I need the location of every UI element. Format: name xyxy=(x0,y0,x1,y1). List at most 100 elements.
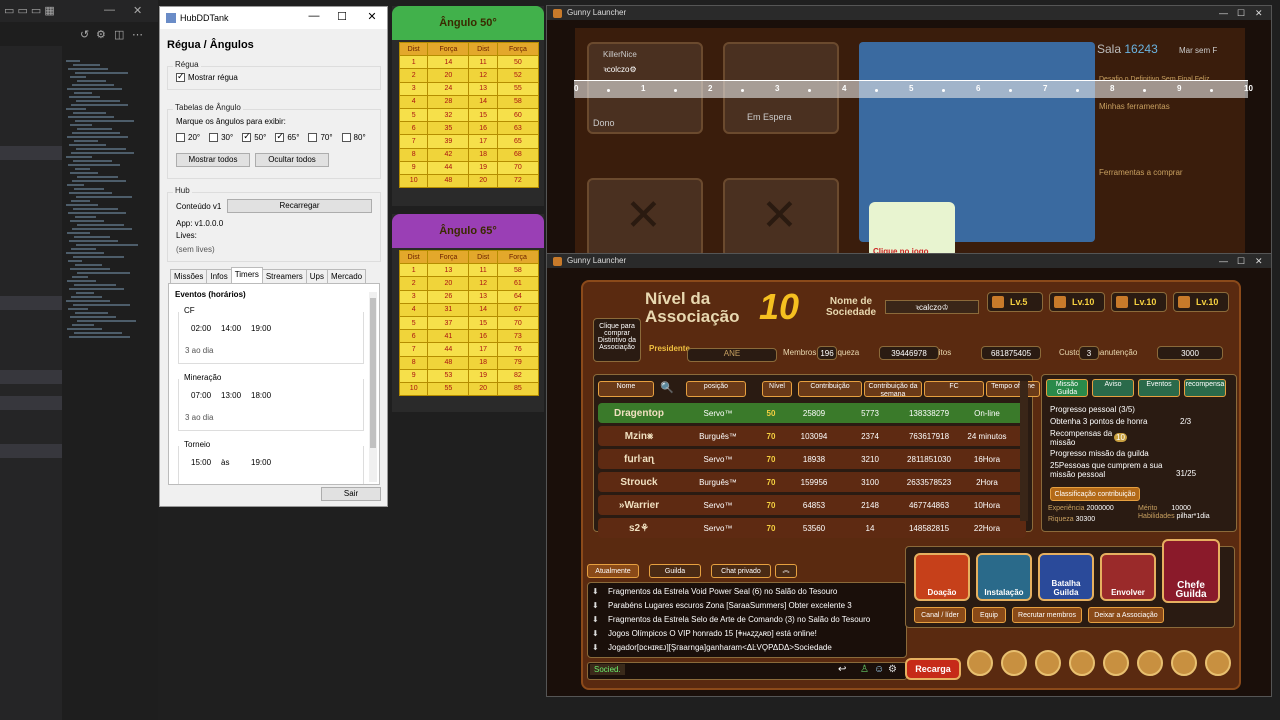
comprar-distintivo-button[interactable]: Clique para comprar Distintivo da Associ… xyxy=(593,318,641,362)
settings-icon[interactable]: ⚙ xyxy=(96,28,106,41)
checkbox[interactable] xyxy=(209,133,219,143)
player-slot-closed[interactable]: ✕ xyxy=(587,178,703,258)
search-icon[interactable]: 🔍 xyxy=(660,381,674,394)
table-cell: 148582815 xyxy=(908,523,950,533)
scrollbar[interactable] xyxy=(369,292,377,482)
tab-3[interactable]: Streamers xyxy=(261,269,307,283)
split-icon[interactable]: ◫ xyxy=(114,28,124,41)
side-tab-3[interactable]: recompensa xyxy=(1184,379,1226,397)
checkbox[interactable] xyxy=(176,133,185,143)
angle-checkbox-5[interactable]: 80° xyxy=(341,133,366,143)
action-button-4[interactable]: Chefe Guilda xyxy=(1162,539,1220,603)
bottom-button-3[interactable]: Deixar a Associação xyxy=(1088,607,1164,623)
mar-label: Mar sem F xyxy=(1179,46,1218,55)
angle-checkbox-4[interactable]: 70° xyxy=(308,133,333,143)
chat-tab-1[interactable]: Guilda xyxy=(649,564,701,578)
table-header: Dist xyxy=(398,249,429,265)
action-button-2[interactable]: Batalha Guilda xyxy=(1038,553,1094,601)
tab-4[interactable]: Ups xyxy=(305,269,328,283)
column-header[interactable]: Contribuição xyxy=(798,381,862,397)
bottom-button-1[interactable]: Equip xyxy=(972,607,1006,623)
table-row[interactable]: s2⚘ Servo™ 70 53560 14 148582815 22Hora xyxy=(598,518,1026,538)
send-icon[interactable]: ↩ xyxy=(838,664,846,675)
action-button-0[interactable]: Doação xyxy=(914,553,970,601)
clique-jogo-button[interactable]: Clique no jogo xyxy=(869,202,955,258)
angle-checkbox-3[interactable]: 65° xyxy=(275,131,299,143)
column-header[interactable]: FC xyxy=(924,381,984,397)
angle-checkbox-1[interactable]: 30° xyxy=(209,133,233,143)
maximize-button[interactable]: ☐ xyxy=(332,10,352,23)
column-header[interactable]: Nome xyxy=(598,381,654,397)
horse-icon[interactable] xyxy=(1069,650,1095,676)
maximize-button[interactable]: ☐ xyxy=(1237,254,1245,268)
checkbox[interactable] xyxy=(341,133,351,143)
bottom-button-0[interactable]: Canal / líder xyxy=(914,607,966,623)
more-icon[interactable]: ⋯ xyxy=(132,28,143,41)
column-header[interactable]: Nível xyxy=(762,381,792,397)
minimize-button[interactable]: — xyxy=(1219,254,1228,268)
column-header[interactable]: Contribuição da semana xyxy=(864,381,922,398)
close-button[interactable]: ✕ xyxy=(362,10,382,23)
close-button[interactable]: ✕ xyxy=(1255,6,1263,20)
collapse-icon[interactable]: ︽ xyxy=(775,564,797,578)
checkbox[interactable] xyxy=(242,131,252,143)
side-tab-1[interactable]: Aviso xyxy=(1092,379,1134,397)
classificacao-button[interactable]: Classificação contribuição xyxy=(1050,487,1140,501)
history-icon[interactable]: ↺ xyxy=(80,28,89,41)
recarregar-button[interactable]: Recarregar xyxy=(227,199,372,213)
editor-layout-icon[interactable]: ▭ ▭ ▭ ▦ xyxy=(4,4,55,17)
minimize-button[interactable]: — xyxy=(304,10,324,22)
gunny-icon xyxy=(553,9,562,18)
maximize-button[interactable]: ☐ xyxy=(1237,6,1245,20)
door-icon[interactable] xyxy=(1205,650,1231,676)
person-icon[interactable]: ♙ xyxy=(860,664,869,675)
distance-ruler[interactable]: 0 1 2 3 4 5 6 7 8 9 10 xyxy=(574,80,1253,98)
angle-checkbox-2[interactable]: 50° xyxy=(242,131,266,143)
mostrar-regua-checkbox[interactable]: Mostrar régua xyxy=(176,71,238,83)
cow-icon[interactable] xyxy=(1103,650,1129,676)
action-button-1[interactable]: Instalação xyxy=(976,553,1032,601)
chat-tab-0[interactable]: Atualmente xyxy=(587,564,639,578)
side-tab-2[interactable]: Eventos xyxy=(1138,379,1180,397)
action-button-3[interactable]: Envolver xyxy=(1100,553,1156,601)
settings-icon[interactable]: ⚙ xyxy=(888,664,897,675)
angle-checkbox-0[interactable]: 20° xyxy=(176,133,200,143)
minimize-icon[interactable]: — xyxy=(104,4,115,16)
editor-minimap[interactable] xyxy=(66,60,146,340)
socied-channel[interactable]: Socied. xyxy=(590,664,625,675)
recarga-button[interactable]: Recarga xyxy=(905,658,961,680)
sair-button[interactable]: Sair xyxy=(321,487,381,501)
scroll-icon[interactable] xyxy=(1171,650,1197,676)
table-cell: 32 xyxy=(427,107,470,123)
members-scrollbar[interactable] xyxy=(1020,381,1028,521)
column-header[interactable]: Tempo off-line xyxy=(986,381,1040,397)
tab-0[interactable]: Missões xyxy=(170,269,208,283)
bag-icon[interactable] xyxy=(1001,650,1027,676)
minimize-button[interactable]: — xyxy=(1219,6,1228,20)
close-icon[interactable]: ✕ xyxy=(133,4,142,17)
ocultar-todos-button[interactable]: Ocultar todos xyxy=(255,153,329,167)
table-row[interactable]: fսrŀaɳ Servo™ 70 18938 3210 2811851030 16Hora xyxy=(598,449,1026,469)
handshake-icon[interactable] xyxy=(1137,650,1163,676)
angle-65-panel: Ângulo 65° Dist Força Dist Força 1 13 11 58 2 20 1… xyxy=(392,214,544,412)
table-row[interactable]: Mzin⨳ Burguês™ 70 103094 2374 763617918 24 min… xyxy=(598,426,1026,446)
tab-5[interactable]: Mercado xyxy=(326,269,367,283)
mostrar-todos-button[interactable]: Mostrar todos xyxy=(176,153,250,167)
chat-input[interactable]: Socied. ↩ ♙ ☺ ⚙ xyxy=(587,662,907,680)
checkbox[interactable] xyxy=(275,131,285,143)
table-row[interactable]: »Warrier Servo™ 70 64853 2148 467744863 10Hora xyxy=(598,495,1026,515)
bottom-button-2[interactable]: Recrutar membros xyxy=(1012,607,1082,623)
close-button[interactable]: ✕ xyxy=(1255,254,1263,268)
pet-icon[interactable] xyxy=(1035,650,1061,676)
player-slot-closed[interactable]: ✕ xyxy=(723,178,839,258)
emoji-icon[interactable]: ☺ xyxy=(874,664,884,675)
table-row[interactable]: Dragentop Servo™ 50 25809 5773 138338279 On-li… xyxy=(598,403,1026,423)
side-tab-0[interactable]: Missão Guilda xyxy=(1046,379,1088,397)
column-header[interactable]: posição xyxy=(686,381,746,397)
chat-tab-2[interactable]: Chat privado xyxy=(711,564,771,578)
tab-1[interactable]: Infos xyxy=(206,269,232,283)
tab-2[interactable]: Timers xyxy=(230,267,263,283)
table-row[interactable]: Strouck Burguês™ 70 159956 3100 2633578523 2Ho… xyxy=(598,472,1026,492)
shop-icon[interactable] xyxy=(967,650,993,676)
checkbox[interactable] xyxy=(308,133,318,143)
